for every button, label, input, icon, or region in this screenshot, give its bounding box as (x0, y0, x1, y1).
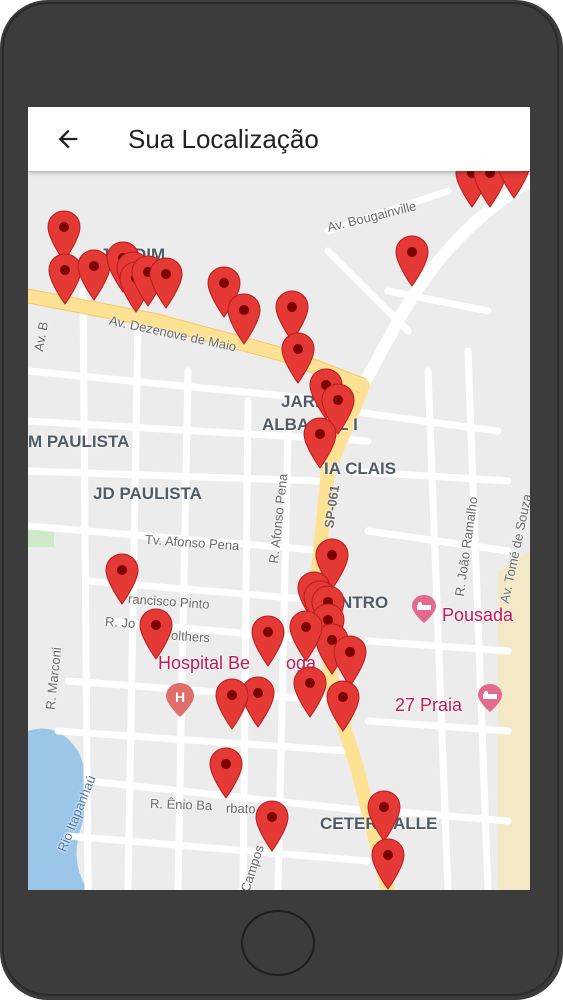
page-title: Sua Localização (128, 124, 319, 154)
app-screen: Sua Localização JARDIM ALBA Z I M PAULIS… (28, 107, 530, 890)
map-pin-icon[interactable] (293, 666, 327, 718)
svg-text:H: H (175, 689, 185, 705)
map-pin-icon[interactable] (227, 293, 261, 345)
arrow-back-icon (58, 129, 78, 149)
street-rbato: rbato (225, 800, 256, 817)
bed-icon[interactable] (478, 684, 502, 712)
map-pin-icon[interactable] (251, 615, 285, 667)
poi-pousada[interactable]: Pousada (442, 605, 513, 626)
poi-praia[interactable]: 27 Praia (395, 695, 462, 716)
phone-frame: Sua Localização JARDIM ALBA Z I M PAULIS… (0, 0, 563, 1000)
hospital-icon[interactable]: H (166, 683, 194, 717)
area-label-jd-paulista: JD PAULISTA (93, 484, 202, 503)
map-pin-icon[interactable] (326, 680, 360, 732)
map-pin-icon[interactable] (289, 610, 323, 662)
map-pin-icon[interactable] (215, 678, 249, 730)
home-button[interactable] (241, 910, 315, 976)
map-pin-icon[interactable] (149, 257, 183, 309)
street-r-jo: R. Jo (104, 613, 136, 632)
bed-icon[interactable] (412, 595, 436, 623)
area-label-m-paulista: M PAULISTA (28, 432, 130, 451)
map-pin-icon[interactable] (105, 553, 139, 605)
map-pin-icon[interactable] (255, 800, 289, 852)
map-pin-icon[interactable] (395, 235, 429, 287)
back-button[interactable] (48, 119, 88, 159)
area-label-centro: NTRO (340, 593, 389, 612)
app-bar: Sua Localização (28, 107, 530, 171)
map-pin-icon[interactable] (303, 417, 337, 469)
map-pin-icon[interactable] (367, 790, 401, 842)
map-pin-icon[interactable] (371, 838, 405, 890)
street-r-enio: R. Ênio Ba (149, 795, 213, 814)
map-pin-icon[interactable] (209, 747, 243, 799)
map-view[interactable]: JARDIM JARDIM ALBA Z I M PAULISTA JD PAU… (28, 147, 530, 890)
street-olthers: olthers (170, 627, 211, 646)
map-pin-icon[interactable] (139, 608, 173, 660)
